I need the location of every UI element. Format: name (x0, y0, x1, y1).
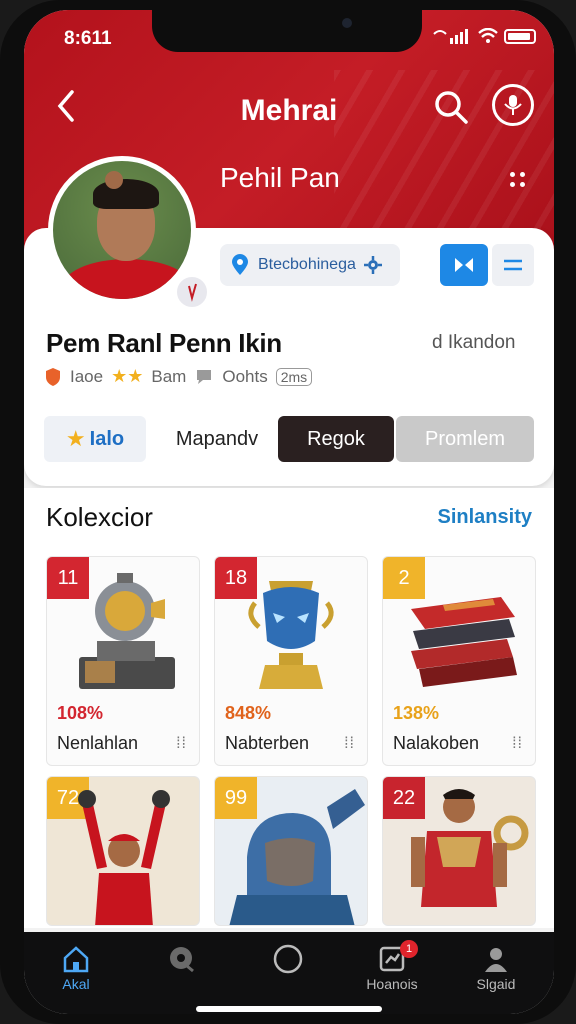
home-icon (63, 946, 89, 973)
collection-item[interactable]: 11 108% Nenlahlan ⁞⁞ (46, 556, 200, 766)
tab-home-label: Akal (62, 976, 90, 992)
phone-frame: 8:611 Mehrai Pehil Pan Btecbohinega Pem … (0, 0, 576, 1024)
mic-button[interactable] (492, 84, 534, 126)
battery-icon (504, 28, 536, 44)
collection-link[interactable]: Sinlansity (438, 506, 532, 529)
profile-icon (485, 948, 507, 972)
page-title: Mehrai (240, 94, 338, 127)
tab-chat[interactable] (142, 942, 222, 976)
item-percent: 138% (393, 703, 440, 723)
meta-row: Iaoe ★★ Bam Oohts 2ms (44, 366, 313, 387)
user-name: Pem Ranl Penn Ikin (46, 328, 282, 358)
circle-icon (273, 944, 303, 974)
shield-icon (46, 367, 60, 386)
tab-ialo-label: Ialo (89, 427, 125, 450)
item-label: Nenlahlan (57, 733, 139, 753)
meta-item-1: Iaoe (70, 366, 104, 386)
search-button[interactable] (432, 88, 470, 126)
tab-promlem[interactable]: Promlem (396, 416, 534, 462)
meta-item-3: Oohts (222, 366, 268, 386)
mask-trophy-icon (248, 581, 334, 689)
collection-title: Kolexcior (46, 502, 153, 532)
profile-name-header: Pehil Pan (220, 162, 340, 193)
camera-notch (152, 10, 422, 52)
collection-item[interactable]: 2 138% Nalakoben ⁞⁞ (382, 556, 536, 766)
tab-profile-label: Slgaid (476, 976, 516, 992)
search-icon (435, 91, 468, 124)
stars-icon: ★★ (111, 366, 144, 386)
more-options-button[interactable] (510, 172, 526, 188)
gear-icon (363, 256, 382, 274)
collection-item[interactable]: 22 (382, 776, 536, 926)
meta-badge: 2ms (275, 367, 313, 386)
more-icon[interactable]: ⁞⁞ (344, 735, 355, 753)
item-percent: 108% (57, 703, 104, 723)
meta-item-2: Bam (151, 366, 187, 386)
wifi-icon (478, 28, 498, 43)
signal-icon (433, 29, 468, 44)
warrior-icon (411, 789, 529, 907)
tab-ialo[interactable]: ★ Ialo (44, 416, 146, 462)
item-percent: 848% (225, 703, 272, 723)
user-location: d Ikandon (432, 332, 516, 353)
status-icons (432, 28, 536, 44)
more-icon[interactable]: ⁞⁞ (176, 735, 187, 753)
tab-mapandv[interactable]: Mapandv (158, 416, 276, 462)
tab-regok[interactable]: Regok (278, 416, 394, 462)
collection-item[interactable]: 99 (214, 776, 368, 926)
verified-icon (174, 274, 210, 310)
media-button[interactable] (440, 244, 488, 286)
trophy-icon (79, 573, 175, 689)
camera-icon (342, 18, 352, 28)
tab-profile[interactable]: Slgaid (456, 942, 536, 992)
chat-icon (170, 947, 194, 973)
tab-center[interactable] (248, 942, 328, 976)
collection-item[interactable]: 18 848% Nabterben ⁞⁞ (214, 556, 368, 766)
item-label: Nalakoben (393, 733, 480, 753)
collection-item[interactable]: 72 (46, 776, 200, 926)
books-icon (411, 597, 517, 687)
status-time: 8:611 (64, 28, 112, 49)
media-icon (455, 258, 473, 272)
star-icon: ★ (65, 426, 86, 451)
notification-badge: 1 (400, 940, 418, 958)
tab-home[interactable]: Akal (36, 942, 116, 992)
location-pin-icon (232, 254, 248, 275)
screen: 8:611 Mehrai Pehil Pan Btecbohinega Pem … (24, 10, 554, 1014)
home-indicator (196, 1006, 382, 1012)
avatar[interactable] (48, 156, 196, 304)
astronaut-icon (229, 789, 365, 925)
menu-button[interactable] (492, 244, 534, 286)
player-card-icon (78, 790, 170, 925)
tab-notifications[interactable]: 1 Hoanois (352, 940, 432, 992)
tab-notifications-label: Hoanois (366, 976, 418, 992)
item-label: Nabterben (225, 733, 310, 753)
more-icon[interactable]: ⁞⁞ (512, 735, 523, 753)
status-chip[interactable]: Btecbohinega (220, 244, 400, 286)
menu-icon (504, 259, 522, 271)
comment-icon (197, 369, 212, 384)
status-chip-label: Btecbohinega (258, 256, 356, 273)
microphone-icon (504, 95, 522, 115)
